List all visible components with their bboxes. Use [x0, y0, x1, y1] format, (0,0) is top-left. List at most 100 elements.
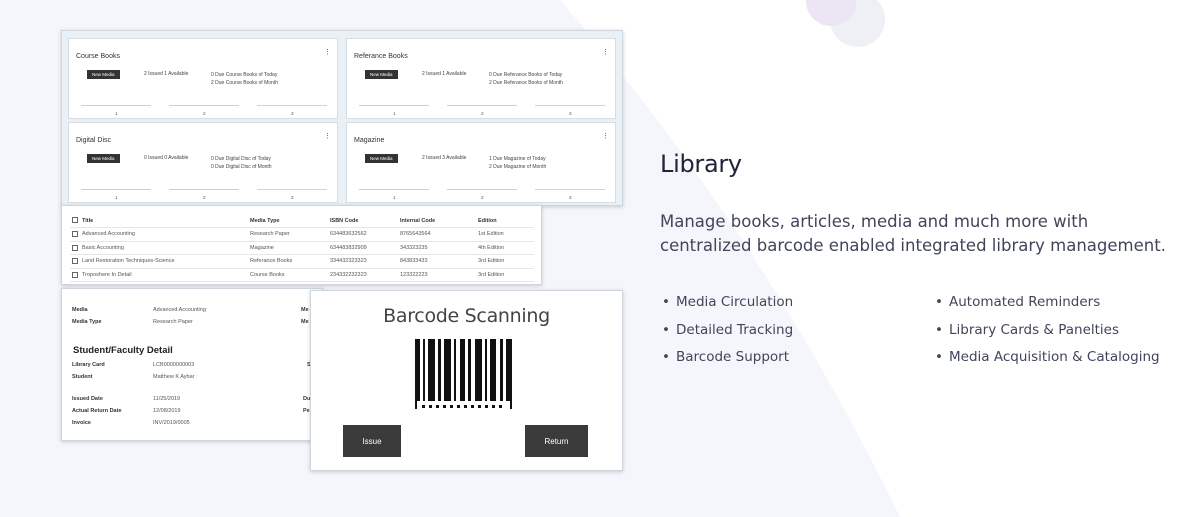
card-course-books: Course Books ⋮ New Media 2 Issued 1 Avai…	[68, 38, 338, 119]
return-date-label: Actual Return Date	[72, 408, 122, 414]
cell-edition: 3rd Edition	[476, 268, 534, 282]
media-dashboard-panel: Course Books ⋮ New Media 2 Issued 1 Avai…	[61, 30, 623, 206]
card-title: Digital Disc	[76, 137, 112, 144]
issued-count: 2 Issued 3 Available	[422, 155, 467, 161]
cell-isbn: 634483832909	[328, 241, 398, 255]
issue-detail-panel: Media Advanced Accounting Media Type Res…	[61, 288, 323, 441]
card-title: Course Books	[76, 53, 120, 60]
due-counts: 0 Due Digital Disc of Today 0 Due Digital…	[211, 155, 272, 171]
column-header: ISBN Code	[328, 214, 398, 228]
cell-media-type: Magazine	[248, 241, 328, 255]
card-title: Referance Books	[354, 53, 408, 60]
cell-title: Advanced Accounting	[80, 227, 248, 242]
cell-internal-code: 843833433	[398, 254, 476, 269]
tick-label: 2	[481, 195, 484, 200]
mini-chart-axis: 1 2 3	[79, 105, 327, 116]
cell-internal-code: 343323235	[398, 241, 476, 255]
section-title: Student/Faculty Detail	[73, 345, 173, 356]
card-digital-disc: Digital Disc ⋮ New Media 0 Issued 0 Avai…	[68, 122, 338, 203]
feature-item: Automated Reminders	[933, 294, 1160, 322]
kebab-menu-icon[interactable]: ⋮	[324, 49, 331, 56]
column-header: Media Type	[248, 214, 328, 228]
cell-edition: 3rd Edition	[476, 254, 534, 269]
return-button[interactable]: Return	[525, 425, 588, 457]
mini-chart-axis: 1 2 3	[357, 189, 605, 200]
row-checkbox[interactable]	[72, 258, 78, 265]
scanner-title: Barcode Scanning	[383, 305, 550, 327]
table-row[interactable]: Basic Accounting Magazine 634483832909 3433…	[70, 241, 534, 255]
cell-edition: 1st Edition	[476, 227, 534, 242]
invoice-label: Invoice	[72, 420, 91, 426]
barcode-icon	[415, 339, 512, 409]
feature-item: Media Acquisition & Cataloging	[933, 349, 1160, 377]
mini-chart-axis: 1 2 3	[79, 189, 327, 200]
cell-media-type: Research Paper	[248, 227, 328, 242]
tick-label: 2	[203, 195, 206, 200]
due-month: 2 Due Referance Books of Month	[489, 80, 563, 86]
library-card-label: Library Card	[72, 362, 105, 368]
cell-title: Basic Accounting	[80, 241, 248, 255]
due-month: 2 Due Course Books of Month	[211, 80, 278, 86]
cell-isbn: 234332232323	[328, 268, 398, 282]
issued-count: 2 Issued 1 Available	[422, 71, 467, 77]
student-label: Student	[72, 374, 93, 380]
due-counts: 0 Due Referance Books of Today 2 Due Refe…	[489, 71, 563, 87]
due-month: 0 Due Digital Disc of Month	[211, 164, 272, 170]
table-row[interactable]: Advanced Accounting Research Paper 6344836…	[70, 227, 534, 242]
tick-label: 2	[481, 111, 484, 116]
media-table: Title Media Type ISBN Code Internal Code…	[70, 214, 534, 282]
due-today: 1 Due Magazine of Today	[489, 156, 546, 162]
cell-title: Land Restoration Techniques-Science	[80, 254, 248, 269]
due-month: 2 Due Magazine of Month	[489, 164, 547, 170]
cell-internal-code: 123322223	[398, 268, 476, 282]
select-all-checkbox[interactable]	[72, 217, 78, 224]
table-row[interactable]: Land Restoration Techniques-Science Refer…	[70, 254, 534, 269]
section-heading: Library	[660, 150, 742, 178]
feature-list-right: Automated Reminders Library Cards & Pane…	[933, 294, 1160, 377]
cell-internal-code: 8765643564	[398, 227, 476, 242]
card-referance-books: Referance Books ⋮ New Media 2 Issued 1 A…	[346, 38, 616, 119]
new-media-button[interactable]: New Media	[365, 70, 398, 79]
tick-label: 1	[115, 195, 118, 200]
new-media-button[interactable]: New Media	[365, 154, 398, 163]
column-header: Internal Code	[398, 214, 476, 228]
cell-media-type: Referance Books	[248, 254, 328, 269]
kebab-menu-icon[interactable]: ⋮	[602, 49, 609, 56]
kebab-menu-icon[interactable]: ⋮	[602, 133, 609, 140]
tick-label: 3	[291, 195, 294, 200]
card-title: Magazine	[354, 137, 385, 144]
issued-date-label: Issued Date	[72, 396, 103, 402]
row-checkbox[interactable]	[72, 244, 78, 251]
cell-title: Troposhere In Detail	[80, 268, 248, 282]
due-today: 0 Due Digital Disc of Today	[211, 156, 271, 162]
feature-item: Media Circulation	[660, 294, 793, 322]
column-header: Title	[80, 214, 248, 228]
kebab-menu-icon[interactable]: ⋮	[324, 133, 331, 140]
table-header-row: Title Media Type ISBN Code Internal Code…	[70, 214, 534, 228]
row-checkbox[interactable]	[72, 231, 78, 238]
cell-isbn: 634483632562	[328, 227, 398, 242]
mini-chart-axis: 1 2 3	[357, 105, 605, 116]
tick-label: 1	[393, 195, 396, 200]
media-table-panel: Title Media Type ISBN Code Internal Code…	[61, 205, 542, 285]
tick-label: 3	[291, 111, 294, 116]
cut-label: Pe	[303, 408, 310, 414]
media-type-value: Research Paper	[153, 319, 193, 325]
media-type-label: Media Type	[72, 319, 102, 325]
new-media-button[interactable]: New Media	[87, 154, 120, 163]
due-counts: 0 Due Course Books of Today 2 Due Course …	[211, 71, 278, 87]
tick-label: 2	[203, 111, 206, 116]
media-value: Advanced Accounting	[153, 307, 206, 313]
tick-label: 3	[569, 195, 572, 200]
invoice-value: INV/2019/0005	[153, 420, 190, 426]
section-description: Manage books, articles, media and much m…	[660, 212, 1166, 255]
issue-button[interactable]: Issue	[343, 425, 401, 457]
table-row[interactable]: Troposhere In Detail Course Books 23433223…	[70, 268, 534, 282]
cell-isbn: 334432323323	[328, 254, 398, 269]
new-media-button[interactable]: New Media	[87, 70, 120, 79]
row-checkbox[interactable]	[72, 271, 78, 278]
barcode-scanning-panel: Barcode Scanning Issue Return	[310, 290, 623, 471]
feature-item: Library Cards & Panelties	[933, 322, 1160, 350]
cell-media-type: Course Books	[248, 268, 328, 282]
issued-count: 0 Issued 0 Available	[144, 155, 189, 161]
